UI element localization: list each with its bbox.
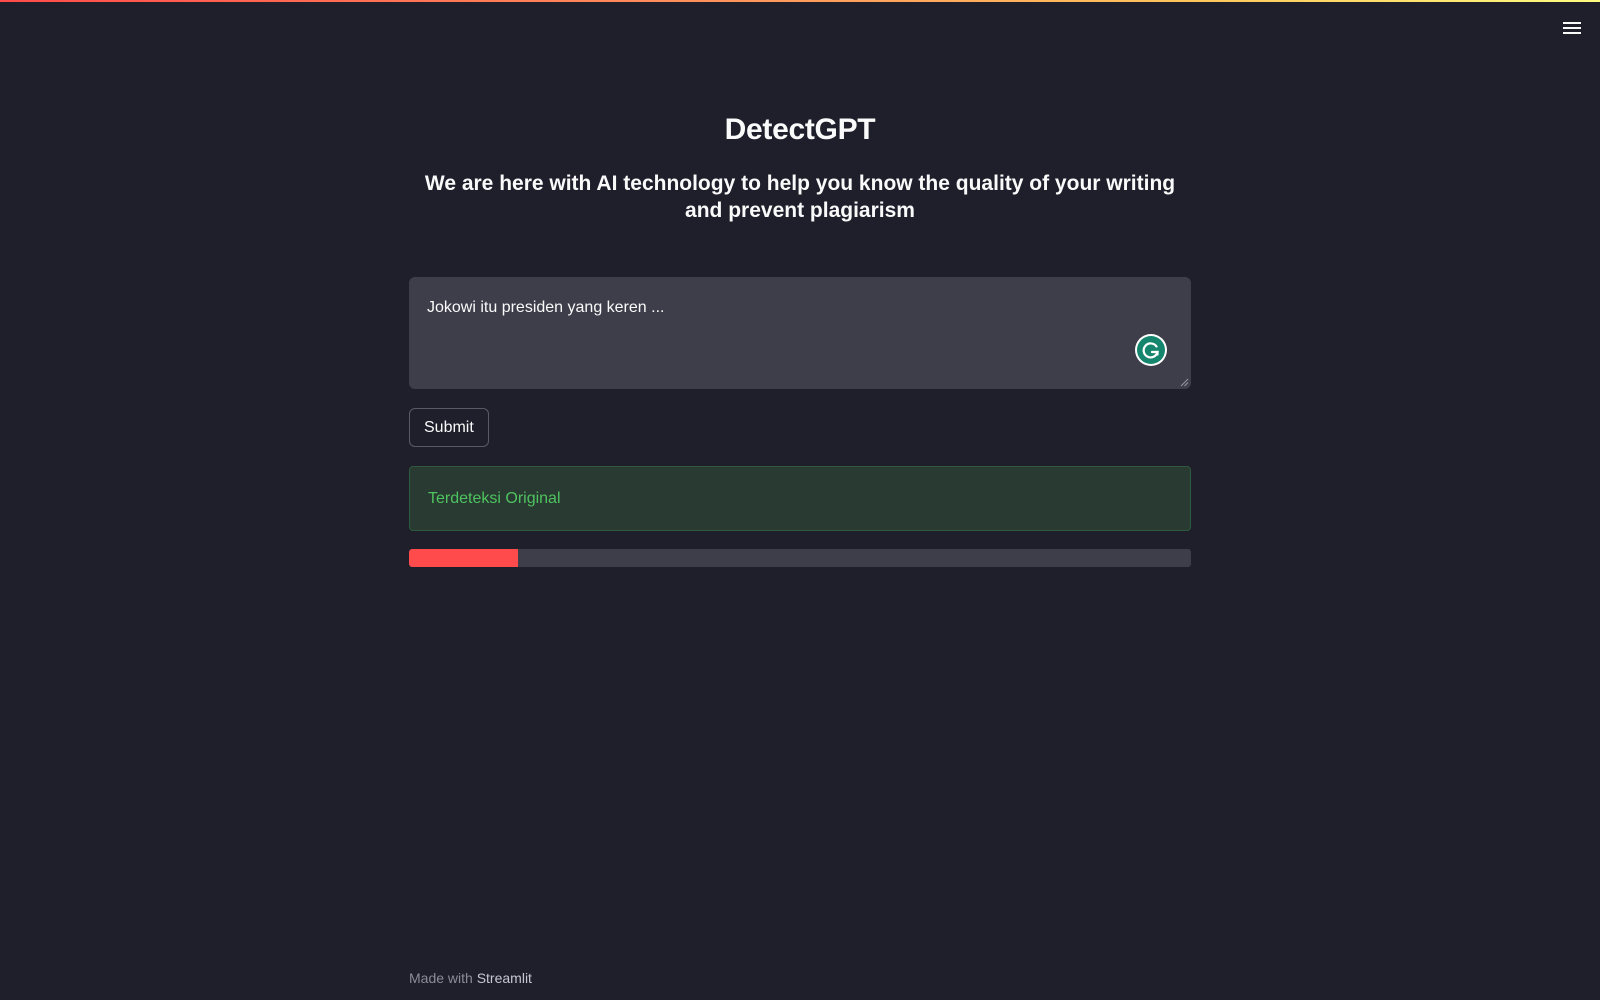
grammarly-glyph	[1137, 336, 1165, 364]
grammarly-icon[interactable]	[1135, 334, 1167, 366]
resize-handle-icon[interactable]	[1179, 377, 1189, 387]
progress-fill	[409, 549, 519, 567]
result-success-alert: Terdeteksi Original	[409, 466, 1191, 531]
app-title: DetectGPT	[724, 113, 876, 146]
streamlit-link[interactable]: Streamlit	[477, 970, 532, 986]
text-input-container	[409, 277, 1191, 389]
footer-prefix: Made with	[409, 970, 477, 986]
top-decoration-bar	[0, 0, 1600, 2]
main-menu-button[interactable]	[1558, 14, 1586, 42]
result-message: Terdeteksi Original	[428, 489, 561, 507]
text-input[interactable]	[409, 277, 1191, 389]
footer: Made with Streamlit	[409, 970, 532, 986]
app-subtitle: We are here with AI technology to help y…	[424, 172, 1176, 222]
progress-bar	[409, 549, 1191, 567]
submit-button[interactable]: Submit	[409, 408, 489, 447]
hamburger-menu-icon	[1563, 22, 1581, 34]
